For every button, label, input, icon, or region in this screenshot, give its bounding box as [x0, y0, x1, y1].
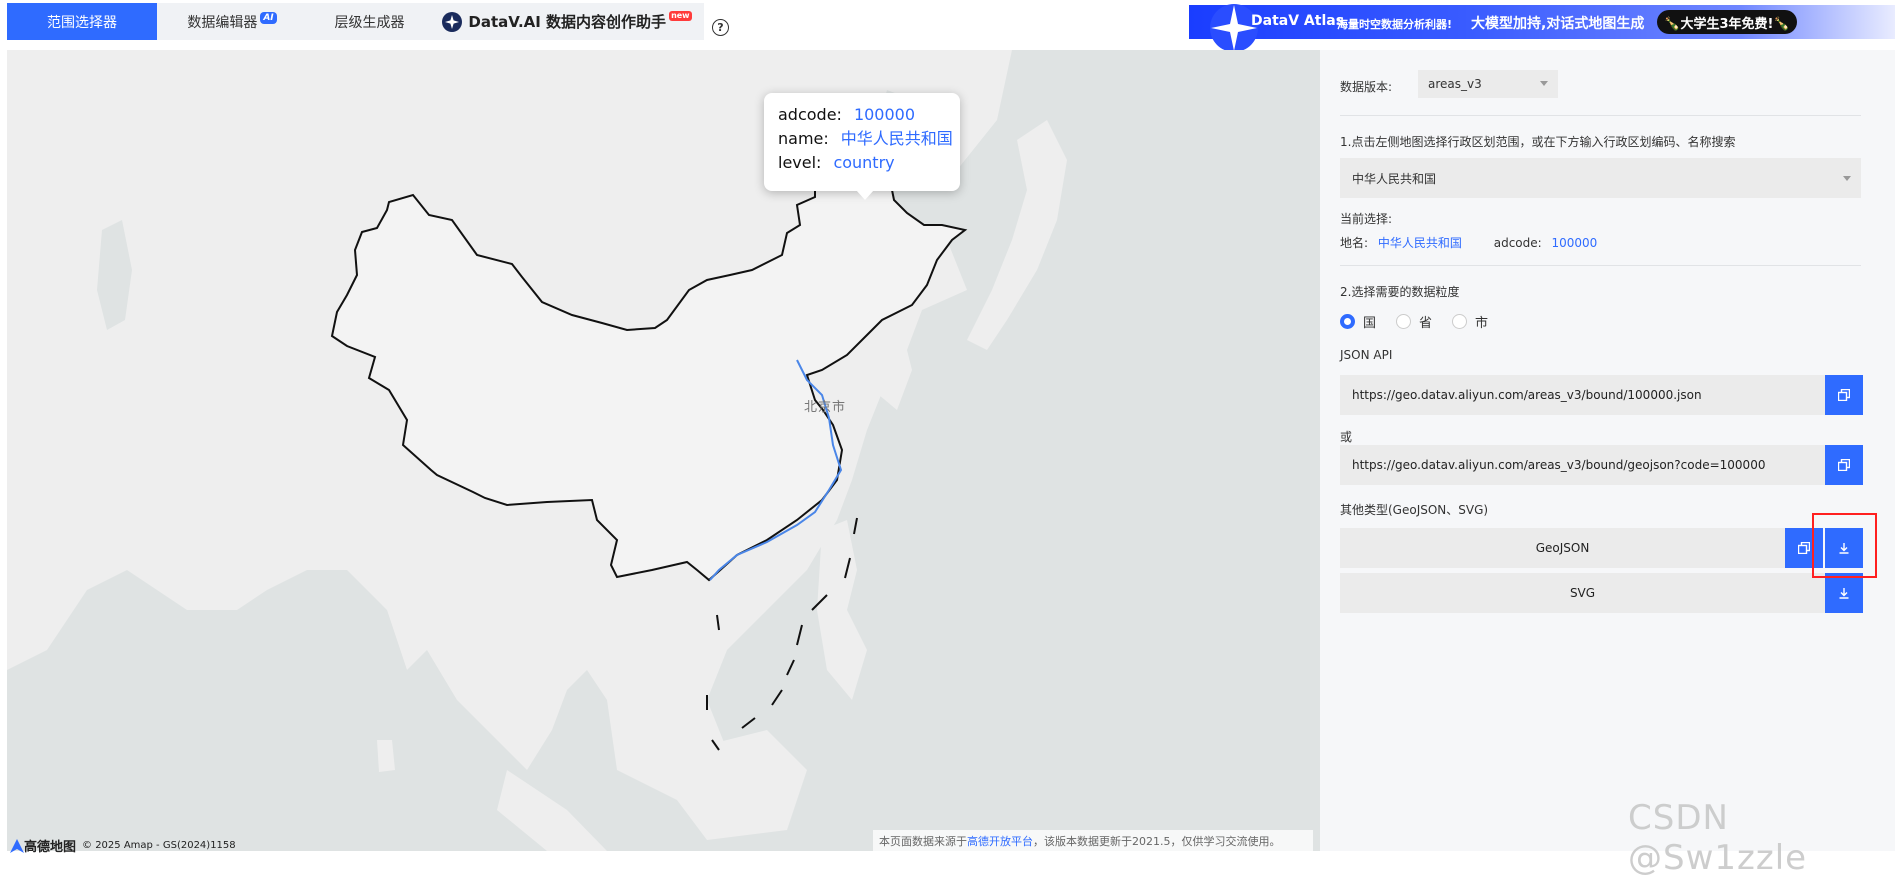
step1-label: 1.点击左侧地图选择行政区划范围，或在下方输入行政区划编码、名称搜索 [1340, 135, 1736, 149]
control-panel: 数据版本: areas_v3 1.点击左侧地图选择行政区划范围，或在下方输入行政… [1320, 50, 1895, 851]
geojson-button[interactable]: GeoJSON [1340, 528, 1785, 568]
tab-data-editor[interactable]: 数据编辑器 AI [157, 3, 307, 40]
download-svg-button[interactable] [1825, 573, 1863, 613]
ai-badge: AI [260, 11, 277, 24]
new-badge: new [669, 10, 692, 21]
radio-province[interactable] [1396, 314, 1412, 329]
amap-attribution: 高德地图 © 2025 Amap - GS(2024)1158 [10, 836, 236, 855]
json-api-url-field[interactable]: https://geo.datav.aliyun.com/areas_v3/bo… [1340, 375, 1825, 415]
divider [1340, 265, 1861, 266]
geojson-api-url-field[interactable]: https://geo.datav.aliyun.com/areas_v3/bo… [1340, 445, 1825, 485]
tab-range-selector[interactable]: 范围选择器 [7, 3, 157, 40]
granularity-radio-group: 国 省 市 [1340, 312, 1500, 331]
map-shapes [7, 50, 1320, 851]
map-canvas[interactable]: adcode: 100000 name: 中华人民共和国 level: country… [7, 50, 1320, 851]
region-search-select[interactable]: 中华人民共和国 [1340, 158, 1861, 198]
chevron-down-icon [1540, 81, 1548, 86]
tab-datav-ai[interactable]: DataV.AI 数据内容创作助手 new [432, 3, 702, 40]
beijing-label: 北京市 [804, 400, 847, 415]
amap-logo-icon [10, 838, 24, 853]
banner-main-text: 大模型加持,对话式地图生成 [1471, 16, 1645, 32]
help-icon[interactable]: ? [712, 19, 729, 36]
datav-logo-icon [442, 11, 463, 32]
svg-button[interactable]: SVG [1340, 573, 1825, 613]
top-nav: 范围选择器 数据编辑器 AI 层级生成器 DataV.AI 数据内容创作助手 new [7, 3, 704, 40]
copy-icon [1798, 542, 1810, 554]
step2-label: 2.选择需要的数据粒度 [1340, 285, 1460, 299]
copy-icon [1838, 459, 1850, 471]
copy-url1-button[interactable] [1825, 375, 1863, 415]
land-sri-lanka [377, 740, 395, 772]
version-label: 数据版本: [1340, 80, 1393, 94]
copy-url2-button[interactable] [1825, 445, 1863, 485]
amap-open-platform-link[interactable]: 高德开放平台 [967, 833, 1033, 849]
highlight-box [1812, 513, 1877, 578]
copy-icon [1838, 389, 1850, 401]
other-types-label: 其他类型(GeoJSON、SVG) [1340, 503, 1489, 517]
or-label: 或 [1340, 430, 1353, 444]
json-api-label: JSON API [1340, 348, 1393, 362]
version-select[interactable]: areas_v3 [1418, 70, 1558, 98]
promo-banner[interactable]: DataV Atlas 海量时空数据分析利器! 大模型加持,对话式地图生成 🍾大… [1189, 4, 1895, 52]
banner-title: DataV Atlas [1251, 13, 1345, 29]
map-data-note: 本页面数据来源于 高德开放平台 ，该版本数据更新于2021.5，仅供学习交流使用。 [873, 830, 1313, 851]
current-selection: 地名: 中华人民共和国 adcode: 100000 [1340, 236, 1598, 250]
chevron-down-icon [1843, 176, 1851, 181]
radio-city[interactable] [1452, 314, 1468, 329]
tab-level-generator[interactable]: 层级生成器 [307, 3, 432, 40]
watermark: CSDN @Sw1zzle [1628, 798, 1808, 878]
current-selection-label: 当前选择: [1340, 212, 1393, 226]
radio-country[interactable] [1340, 314, 1355, 329]
banner-subtitle: 海量时空数据分析利器! [1337, 18, 1453, 31]
student-free-button[interactable]: 🍾大学生3年免费!🍾 [1657, 10, 1797, 34]
region-tooltip: adcode: 100000 name: 中华人民共和国 level: country [764, 93, 960, 200]
download-icon [1839, 588, 1849, 599]
land-hainan [712, 582, 731, 600]
divider [1340, 115, 1861, 116]
